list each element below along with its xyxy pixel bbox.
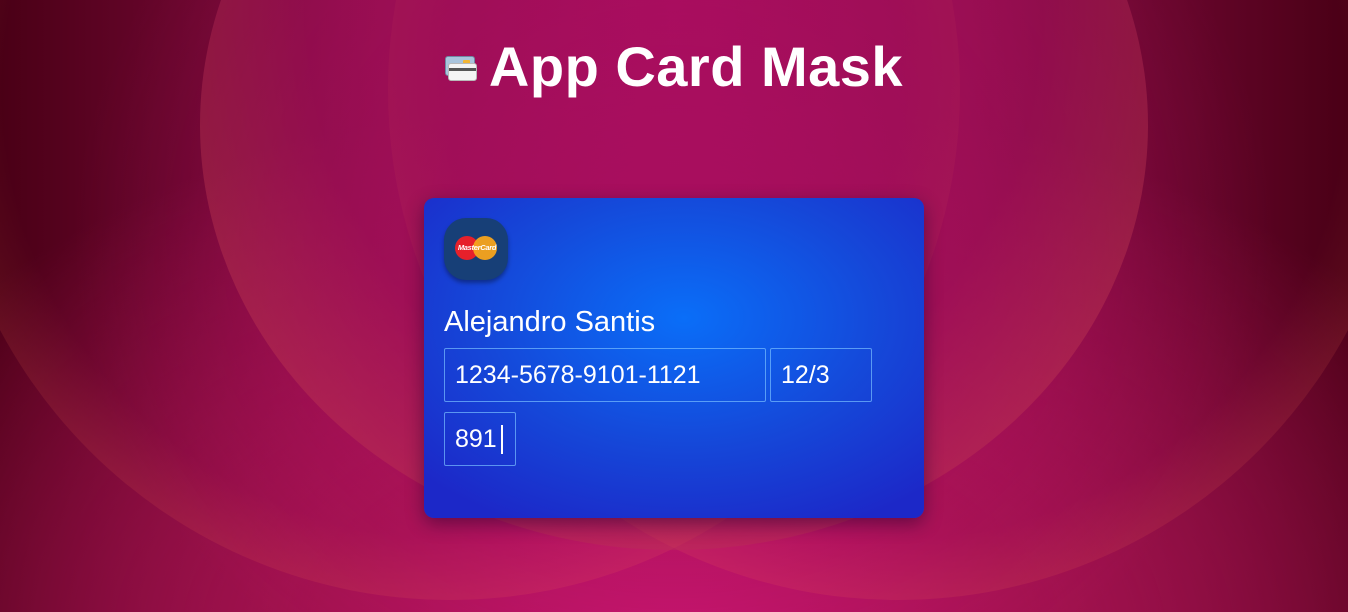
card-brand-badge: MasterCard bbox=[444, 218, 508, 280]
card-brand-label: MasterCard bbox=[457, 243, 497, 252]
text-cursor bbox=[501, 425, 503, 454]
credit-cards-icon bbox=[444, 54, 477, 81]
page-header: App Card Mask bbox=[0, 34, 1348, 99]
expiry-date-input[interactable] bbox=[770, 348, 872, 402]
cvv-input[interactable] bbox=[444, 412, 516, 466]
page-title: App Card Mask bbox=[488, 35, 904, 98]
cardholder-name: Alejandro Santis bbox=[444, 306, 656, 338]
card-number-input[interactable] bbox=[444, 348, 766, 402]
credit-card: MasterCard Alejandro Santis bbox=[424, 198, 924, 518]
